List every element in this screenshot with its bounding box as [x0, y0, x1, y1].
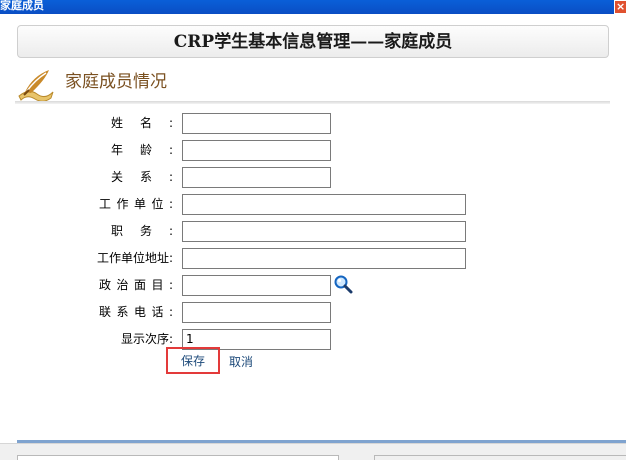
cancel-button[interactable]: 取消	[229, 353, 253, 370]
quill-paper-icon	[18, 70, 54, 102]
age-input[interactable]	[182, 140, 331, 161]
position-input[interactable]	[182, 221, 466, 242]
close-icon[interactable]: ×	[614, 0, 626, 14]
name-input[interactable]	[182, 113, 331, 134]
phone-label: 联系电话:	[99, 305, 173, 319]
section-title: 家庭成员情况	[65, 72, 167, 92]
political-status-label: 政治面目:	[99, 278, 173, 292]
save-button[interactable]: 保存	[166, 347, 220, 374]
section-heading: 家庭成员情况	[15, 66, 610, 104]
section-divider	[15, 101, 610, 104]
name-label: 姓名:	[111, 116, 173, 130]
save-label: 保存	[180, 354, 205, 368]
page-title: CRP学生基本信息管理——家庭成员	[173, 32, 453, 52]
footer-bar	[0, 443, 626, 460]
workplace-input[interactable]	[182, 194, 466, 215]
age-label: 年龄:	[111, 143, 173, 157]
relation-label: 关系:	[111, 170, 173, 184]
workplace-label: 工作单位:	[99, 197, 173, 211]
window-title: 家庭成员	[0, 0, 44, 12]
relation-input[interactable]	[182, 167, 331, 188]
window-title-bar[interactable]: 家庭成员 ×	[0, 0, 626, 14]
political-status-input[interactable]	[182, 275, 331, 296]
position-label: 职务:	[111, 224, 173, 238]
display-order-label: 显示次序:	[120, 332, 173, 346]
magnifier-icon[interactable]	[333, 274, 353, 294]
workplace-address-label: 工作单位地址:	[96, 251, 173, 265]
page-header: CRP学生基本信息管理——家庭成员	[17, 25, 609, 58]
family-member-dialog: 家庭成员 × CRP学生基本信息管理——家庭成员 家庭成员情况 姓名: 年龄: …	[0, 0, 626, 460]
phone-input[interactable]	[182, 302, 331, 323]
workplace-address-input[interactable]	[182, 248, 466, 269]
footer-panel-left	[17, 455, 339, 460]
footer-panel-right	[374, 455, 626, 460]
